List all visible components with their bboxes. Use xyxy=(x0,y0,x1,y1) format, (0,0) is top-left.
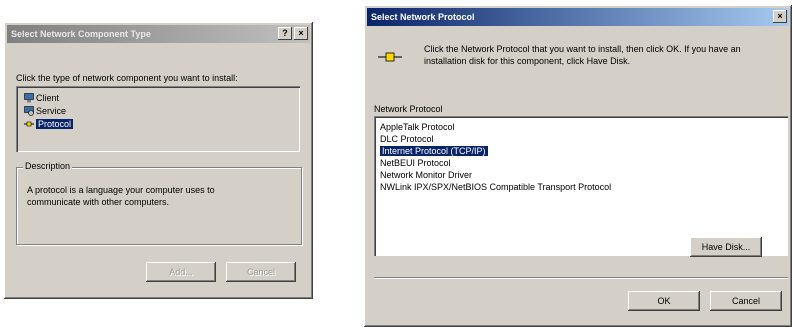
select-component-type-dialog: Select Network Component Type ? × Click … xyxy=(4,22,313,299)
list-item-service[interactable]: Service xyxy=(36,105,66,117)
description-text: A protocol is a language your computer u… xyxy=(27,185,215,207)
help-button[interactable]: ? xyxy=(278,27,292,40)
dialog-title: Select Network Protocol xyxy=(371,12,475,22)
close-button[interactable]: × xyxy=(773,10,787,23)
list-item[interactable]: Internet Protocol (TCP/IP) xyxy=(380,145,488,157)
description-heading: Description xyxy=(23,161,73,171)
separator xyxy=(374,277,788,279)
protocol-list[interactable]: AppleTalk Protocol DLC Protocol Internet… xyxy=(374,116,788,256)
protocol-instruction-text: Click the Network Protocol that you want… xyxy=(424,44,741,66)
list-item[interactable]: Network Monitor Driver xyxy=(380,169,472,181)
ok-button[interactable]: OK xyxy=(628,291,700,311)
list-item[interactable]: DLC Protocol xyxy=(380,133,434,145)
select-network-protocol-dialog: Select Network Protocol × Click the Netw… xyxy=(364,5,792,327)
list-item-protocol[interactable]: Protocol xyxy=(36,118,74,130)
list-item[interactable]: NWLink IPX/SPX/NetBIOS Compatible Transp… xyxy=(380,181,611,193)
dialog-titlebar[interactable]: Select Network Protocol × xyxy=(367,8,789,26)
component-type-list[interactable]: Client Service Protocol xyxy=(16,86,300,152)
add-button[interactable]: Add... xyxy=(146,262,216,282)
description-groupbox: Description A protocol is a language you… xyxy=(16,161,302,245)
have-disk-button[interactable]: Have Disk... xyxy=(690,237,762,257)
dialog-titlebar[interactable]: Select Network Component Type ? × xyxy=(7,25,310,43)
client-icon xyxy=(24,93,34,103)
list-item-client[interactable]: Client xyxy=(36,92,59,104)
protocol-icon xyxy=(24,119,34,129)
cancel-button[interactable]: Cancel xyxy=(710,291,782,311)
list-item[interactable]: AppleTalk Protocol xyxy=(380,121,455,133)
dialog-title: Select Network Component Type xyxy=(11,29,151,39)
cancel-button[interactable]: Cancel xyxy=(226,262,296,282)
network-protocol-label: Network Protocol xyxy=(374,104,443,114)
service-icon xyxy=(24,106,34,116)
network-protocol-icon xyxy=(378,49,402,65)
list-item[interactable]: NetBEUI Protocol xyxy=(380,157,451,169)
close-button[interactable]: × xyxy=(294,27,308,40)
instruction-text: Click the type of network component you … xyxy=(16,73,238,83)
